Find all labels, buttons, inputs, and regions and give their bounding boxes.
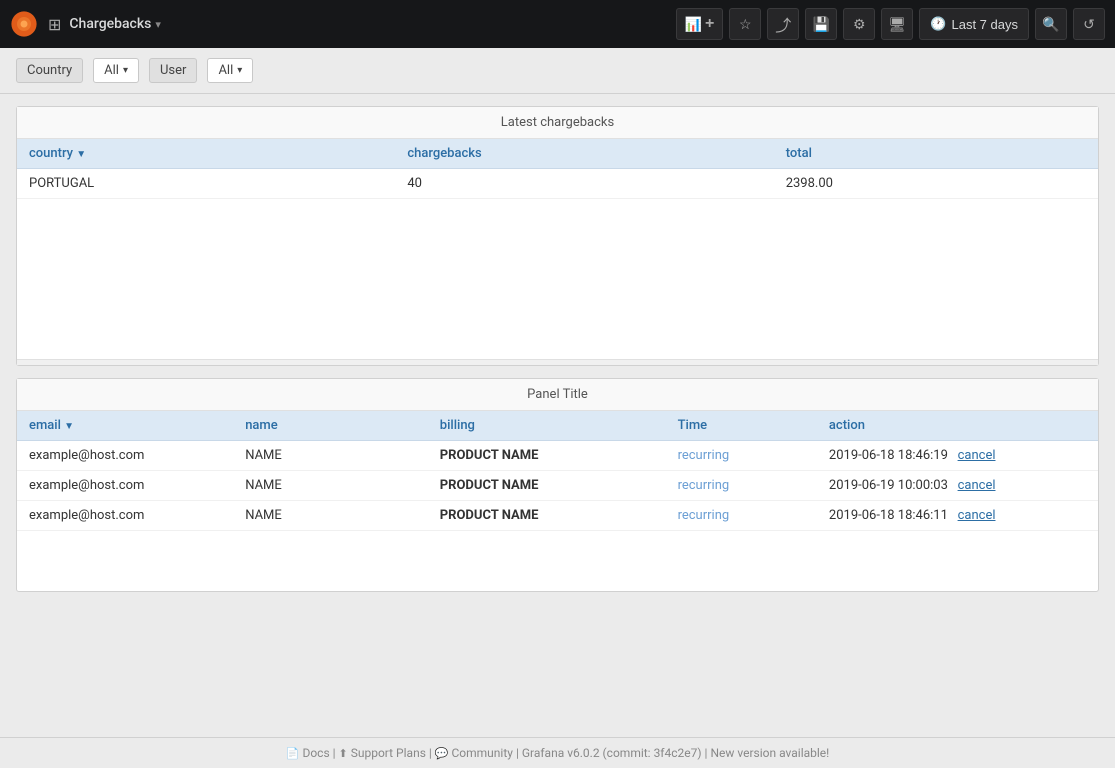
chargebacks-col-total[interactable]: total (774, 139, 1098, 169)
sort-arrow-email: ▼ (64, 421, 74, 432)
top-navigation: ⊞ Chargebacks ▾ 📊 + ☆ ⤴ 💾 ⚙ 🖥 🕐 Last 7 d… (0, 0, 1115, 48)
version-text: Grafana v6.0.2 (commit: 3f4c2e7) (522, 746, 702, 760)
cell-email: example@host.com (17, 471, 233, 501)
subscriptions-panel: Panel Title email ▼ name billing Time (16, 378, 1099, 592)
search-icon: 🔍 (1042, 16, 1059, 33)
cell-billing: PRODUCT NAME (428, 501, 666, 531)
subscriptions-table-header: email ▼ name billing Time action (17, 411, 1098, 441)
community-icon: 💬 (435, 747, 449, 760)
filter-bar: Country All ▾ User All ▾ (0, 48, 1115, 94)
sub-col-action[interactable]: action (817, 411, 1098, 441)
save-button[interactable]: 💾 (805, 8, 837, 40)
cell-billing: PRODUCT NAME (428, 471, 666, 501)
add-icon: + (705, 15, 714, 33)
cancel-link[interactable]: cancel (958, 478, 996, 493)
save-icon: 💾 (813, 16, 830, 33)
cell-total: 2398.00 (774, 169, 1098, 199)
country-filter-label: Country (16, 58, 83, 83)
share-icon: ⤴ (775, 12, 791, 36)
sub-col-time[interactable]: Time (666, 411, 817, 441)
cell-time: recurring (666, 441, 817, 471)
main-content: Latest chargebacks country ▼ chargebacks… (0, 94, 1115, 737)
sort-arrow-country: ▼ (76, 149, 86, 160)
chargebacks-table-header: country ▼ chargebacks total (17, 139, 1098, 169)
gear-icon: ⚙ (853, 16, 866, 33)
chargebacks-table: country ▼ chargebacks total PORTUGAL 40 … (17, 139, 1098, 199)
cell-name: NAME (233, 471, 428, 501)
clock-icon: 🕐 (930, 16, 946, 32)
cell-email: example@host.com (17, 501, 233, 531)
cell-time: recurring (666, 471, 817, 501)
sub-col-billing[interactable]: billing (428, 411, 666, 441)
display-button[interactable]: 🖥 (881, 8, 913, 40)
settings-button[interactable]: ⚙ (843, 8, 875, 40)
cancel-link[interactable]: cancel (958, 448, 996, 463)
cell-action: 2019-06-18 18:46:19 cancel (817, 441, 1098, 471)
chargebacks-table-body: PORTUGAL 40 2398.00 (17, 169, 1098, 199)
docs-link[interactable]: Docs (302, 746, 329, 760)
subscriptions-panel-title: Panel Title (17, 379, 1098, 411)
user-filter-value: All (218, 63, 233, 78)
sub-col-email[interactable]: email ▼ (17, 411, 233, 441)
chargebacks-col-country[interactable]: country ▼ (17, 139, 395, 169)
cancel-link[interactable]: cancel (958, 508, 996, 523)
cell-action: 2019-06-18 18:46:11 cancel (817, 501, 1098, 531)
chargebacks-panel: Latest chargebacks country ▼ chargebacks… (16, 106, 1099, 366)
user-filter-select[interactable]: All ▾ (207, 58, 253, 83)
panel1-bottom-bar (17, 359, 1098, 365)
new-version-text: New version available! (710, 746, 829, 760)
refresh-icon: ↺ (1083, 16, 1095, 33)
support-link[interactable]: Support Plans (351, 746, 426, 760)
country-filter-select[interactable]: All ▾ (93, 58, 139, 83)
country-filter-value: All (104, 63, 119, 78)
app-title-arrow: ▾ (155, 18, 161, 31)
user-filter-label: User (149, 58, 197, 83)
time-range-label: Last 7 days (952, 17, 1019, 32)
chargebacks-col-chargebacks[interactable]: chargebacks (395, 139, 773, 169)
cell-time: recurring (666, 501, 817, 531)
monitor-icon: 🖥 (888, 16, 906, 33)
app-title[interactable]: Chargebacks ▾ (69, 16, 160, 32)
search-button[interactable]: 🔍 (1035, 8, 1067, 40)
refresh-button[interactable]: ↺ (1073, 8, 1105, 40)
cell-name: NAME (233, 441, 428, 471)
country-dropdown-arrow: ▾ (123, 65, 128, 76)
subscriptions-table-body: example@host.com NAME PRODUCT NAME recur… (17, 441, 1098, 531)
chargebacks-panel-title: Latest chargebacks (17, 107, 1098, 139)
star-icon: ☆ (739, 16, 752, 33)
page-footer: 📄 Docs | ⬆ Support Plans | 💬 Community |… (0, 737, 1115, 768)
cell-country: PORTUGAL (17, 169, 395, 199)
share-button[interactable]: ⤴ (767, 8, 799, 40)
table-row: example@host.com NAME PRODUCT NAME recur… (17, 441, 1098, 471)
star-button[interactable]: ☆ (729, 8, 761, 40)
subscriptions-table: email ▼ name billing Time action (17, 411, 1098, 531)
grid-icon: ⊞ (48, 15, 61, 34)
table-row: PORTUGAL 40 2398.00 (17, 169, 1098, 199)
cell-billing: PRODUCT NAME (428, 441, 666, 471)
bar-chart-icon: 📊 (685, 16, 702, 33)
table-row: example@host.com NAME PRODUCT NAME recur… (17, 501, 1098, 531)
app-title-text: Chargebacks (69, 16, 151, 32)
table-row: example@host.com NAME PRODUCT NAME recur… (17, 471, 1098, 501)
user-dropdown-arrow: ▾ (237, 65, 242, 76)
cell-action: 2019-06-19 10:00:03 cancel (817, 471, 1098, 501)
add-panel-button[interactable]: 📊 + (676, 8, 724, 40)
sub-col-name[interactable]: name (233, 411, 428, 441)
docs-icon: 📄 (286, 747, 300, 760)
cell-chargebacks: 40 (395, 169, 773, 199)
time-range-button[interactable]: 🕐 Last 7 days (919, 8, 1029, 40)
cell-name: NAME (233, 501, 428, 531)
cell-email: example@host.com (17, 441, 233, 471)
community-link[interactable]: Community (451, 746, 512, 760)
support-icon: ⬆ (339, 747, 348, 760)
grafana-logo (10, 10, 38, 38)
